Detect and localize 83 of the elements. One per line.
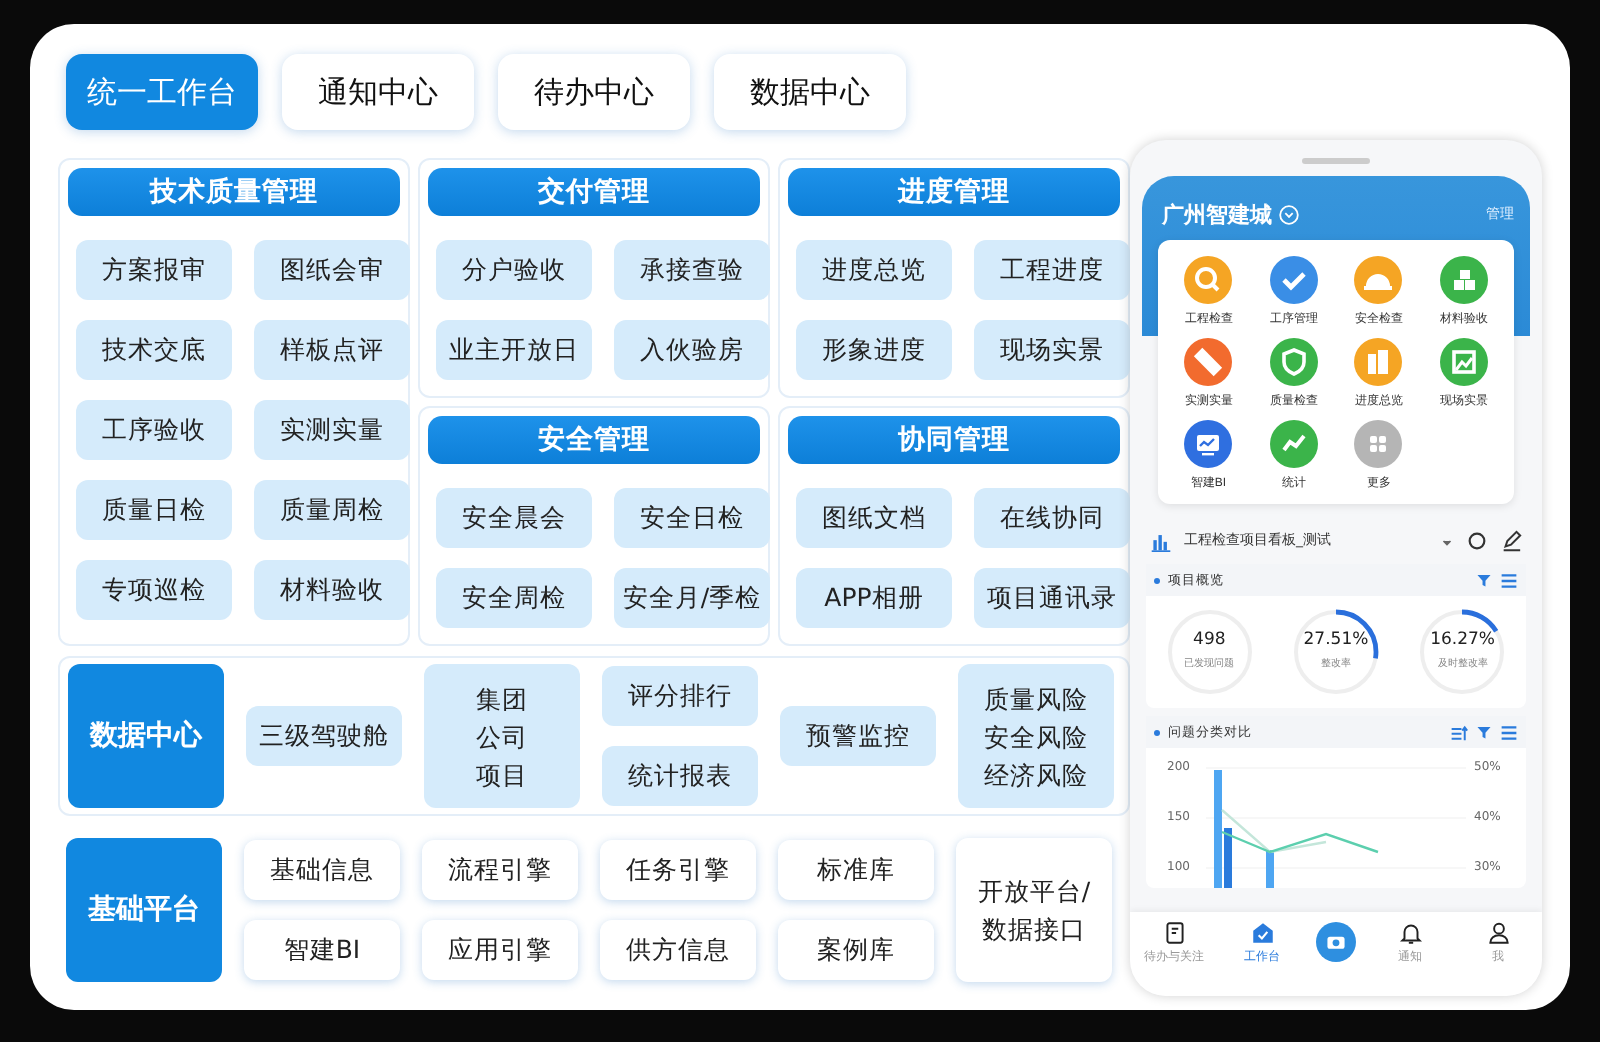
module-button[interactable]: APP相册 (796, 568, 952, 628)
module-button[interactable]: 技术交底 (76, 320, 232, 380)
tab[interactable]: 数据中心 (714, 54, 906, 130)
chart-monitor-icon (1184, 420, 1233, 468)
progress-ring (1291, 608, 1380, 696)
module-button[interactable]: 实测实量 (254, 400, 410, 460)
tab[interactable]: 通知中心 (282, 54, 474, 130)
phone-handle (1302, 158, 1370, 164)
filter-icon (1476, 724, 1492, 740)
module-button[interactable]: 在线协同 (974, 488, 1130, 548)
module-button[interactable]: 方案报审 (76, 240, 232, 300)
module-button[interactable]: 业主开放日 (436, 320, 592, 380)
home-check-icon (1249, 920, 1275, 946)
module-button[interactable]: 质量周检 (254, 480, 410, 540)
bell-icon (1397, 920, 1423, 946)
module-button[interactable]: 安全周检 (436, 568, 592, 628)
module-button[interactable]: 材料验收 (254, 560, 410, 620)
edit-icon (1500, 529, 1522, 551)
section-header: 进度管理 (788, 168, 1120, 216)
stat-value: 498 (1191, 630, 1228, 650)
module-button[interactable]: 入伙验房 (614, 320, 770, 380)
ruler-icon (1184, 338, 1233, 386)
category-button[interactable]: 数据中心 (68, 664, 224, 808)
sort-icon (1450, 723, 1468, 741)
menu-icon (1500, 571, 1518, 589)
module-button[interactable]: 安全晨会 (436, 488, 592, 548)
document-icon (1161, 920, 1187, 946)
checkmark-icon (1269, 256, 1318, 304)
module-button[interactable]: 基础信息 (244, 840, 400, 900)
camera-button[interactable] (1316, 922, 1356, 962)
shield-icon (1269, 338, 1318, 386)
category-button[interactable]: 基础平台 (66, 838, 222, 982)
module-button[interactable]: 图纸会审 (254, 240, 410, 300)
person-icon (1485, 920, 1511, 946)
bar-chart-icon (1150, 529, 1172, 551)
boxes-icon (1439, 256, 1488, 304)
module-button[interactable]: 现场实景 (974, 320, 1130, 380)
tab[interactable]: 统一工作台 (66, 54, 258, 130)
module-button[interactable]: 三级驾驶舱 (246, 706, 402, 766)
module-button[interactable]: 供方信息 (600, 920, 756, 980)
module-button[interactable]: 质量日检 (76, 480, 232, 540)
section-header: 交付管理 (428, 168, 760, 216)
module-button[interactable]: 开放平台/ 数据接口 (956, 838, 1112, 982)
module-button[interactable]: 质量风险 安全风险 经济风险 (958, 664, 1114, 808)
module-button[interactable]: 图纸文档 (796, 488, 952, 548)
module-button[interactable]: 承接查验 (614, 240, 770, 300)
section-header: 技术质量管理 (68, 168, 400, 216)
search-icon (1184, 256, 1233, 304)
module-button[interactable]: 评分排行 (602, 666, 758, 726)
bullet-icon (1154, 729, 1160, 735)
building-icon (1354, 338, 1403, 386)
stat-value: 27.51% (1301, 630, 1371, 650)
helmet-icon (1354, 256, 1403, 304)
module-button[interactable]: 安全月/季检 (614, 568, 770, 628)
module-button[interactable]: 分户验收 (436, 240, 592, 300)
module-button[interactable]: 任务引擎 (600, 840, 756, 900)
picture-icon (1439, 338, 1488, 386)
tab[interactable]: 待办中心 (498, 54, 690, 130)
module-button[interactable]: 集团 公司 项目 (424, 664, 580, 808)
filter-icon (1476, 572, 1492, 588)
grid-icon (1354, 420, 1403, 468)
module-button[interactable]: 流程引擎 (422, 840, 578, 900)
module-button[interactable]: 安全日检 (614, 488, 770, 548)
stat-value: 16.27% (1428, 630, 1498, 650)
module-button[interactable]: 工序验收 (76, 400, 232, 460)
module-button[interactable]: 样板点评 (254, 320, 410, 380)
module-button[interactable]: 智建BI (244, 920, 400, 980)
dropdown-circle-icon (1278, 203, 1300, 225)
module-button[interactable]: 案例库 (778, 920, 934, 980)
module-button[interactable]: 统计报表 (602, 746, 758, 806)
module-button[interactable]: 形象进度 (796, 320, 952, 380)
section-header: 安全管理 (428, 416, 760, 464)
menu-icon (1500, 723, 1518, 741)
module-button[interactable]: 标准库 (778, 840, 934, 900)
section-header: 协同管理 (788, 416, 1120, 464)
module-button[interactable]: 项目通讯录 (974, 568, 1130, 628)
progress-ring (1418, 608, 1507, 696)
module-button[interactable]: 专项巡检 (76, 560, 232, 620)
module-button[interactable]: 预警监控 (780, 706, 936, 766)
module-button[interactable]: 工程进度 (974, 240, 1130, 300)
bullet-icon (1154, 577, 1160, 583)
module-button[interactable]: 应用引擎 (422, 920, 578, 980)
module-button[interactable]: 进度总览 (796, 240, 952, 300)
